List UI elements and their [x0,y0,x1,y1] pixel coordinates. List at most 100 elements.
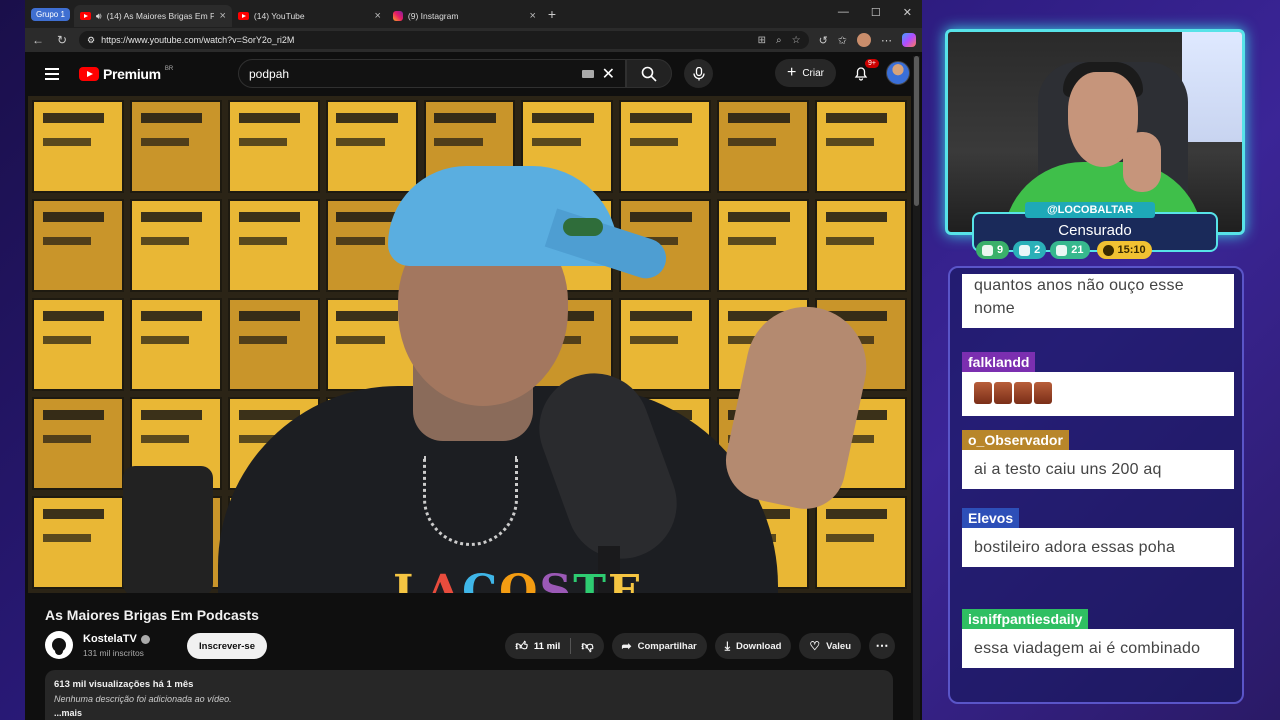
share-button[interactable]: ➦ Compartilhar [611,633,707,659]
favorite-star-icon[interactable]: ☆ [792,35,801,46]
youtube-favicon-icon [79,12,91,20]
chat-message: quantos anos não ouço esse nome [962,274,1234,329]
channel-name-text: KostelaTV [83,633,137,645]
chat-message: falklandd [962,352,1234,416]
chat-message-text: quantos anos não ouço esse nome [962,274,1234,329]
clear-search-icon[interactable]: ✕ [602,64,615,84]
download-label: Download [736,640,782,652]
notifications-button[interactable]: 9+ [850,59,879,84]
page-scrollbar[interactable] [913,56,920,720]
youtube-logo[interactable]: Premium BR [79,66,173,82]
youtube-count: 2 [1034,244,1041,256]
chat-message-emotes [962,372,1234,416]
close-tab-icon[interactable]: × [219,10,225,22]
address-bar[interactable]: ⚙ https://www.youtube.com/watch?v=SorY2o… [79,31,809,49]
chat-message: o_Observador ai a testo caiu uns 200 aq [962,430,1234,490]
super-thanks-icon: ♡ [809,639,821,653]
minimize-icon[interactable]: — [838,6,849,19]
viewer-stats: 9 2 21 15:10 [976,241,1152,259]
chair [123,466,213,593]
profile-avatar-icon[interactable] [857,33,871,47]
thanks-button[interactable]: ♡ Valeu [799,633,861,659]
create-label: Criar [802,67,824,79]
thanks-label: Valeu [826,640,851,652]
emote-icon [1014,382,1032,404]
tab-group-chip[interactable]: Grupo 1 [31,7,70,21]
microphone-icon [692,66,705,80]
dislike-button[interactable]: 👎︎ [571,639,603,654]
new-tab-icon[interactable]: + [548,6,556,22]
video-player[interactable]: LACOSTE [28,96,911,593]
stream-clock: 15:10 [1096,241,1152,259]
close-tab-icon[interactable]: × [374,10,380,22]
share-label: Compartilhar [637,640,697,652]
channel-name[interactable]: KostelaTV [83,633,150,645]
subscribe-button[interactable]: Inscrever-se [187,633,267,659]
notification-badge: 9+ [865,59,879,68]
more-horizontal-icon: ⋯ [875,638,889,653]
emote-icon [994,382,1012,404]
create-button[interactable]: + Criar [774,59,836,87]
chat-message-text: ai a testo caiu uns 200 aq [962,450,1234,490]
like-button[interactable]: 👍︎ 11 mil [505,639,570,654]
close-tab-icon[interactable]: × [529,10,535,22]
tab-youtube-video[interactable]: 🔊︎ (14) As Maiores Brigas Em Po × [73,5,232,27]
subscriber-count: 131 mil inscritos [83,648,144,658]
description-text: Nenhuma descrição foi adicionada ao víde… [54,694,232,704]
emote-icon [1034,382,1052,404]
thumbs-down-icon: 👎︎ [581,638,594,653]
close-window-icon[interactable]: ✕ [903,6,912,19]
chat-username: isniffpantiesdaily [962,609,1089,629]
region-code: BR [164,66,174,72]
reload-icon[interactable]: ↻ [55,33,69,47]
account-avatar[interactable] [886,61,910,85]
search-input[interactable]: podpah ✕ [238,59,626,88]
chat-username: Elevos [962,508,1020,528]
chat-username: o_Observador [962,430,1069,450]
copilot-icon[interactable] [902,33,916,47]
more-actions-button[interactable]: ⋯ [869,633,895,659]
plus-icon: + [786,64,797,81]
app-available-icon[interactable]: ⊞ [758,35,766,46]
verified-icon [140,634,150,644]
tab-instagram[interactable]: (9) Instagram × [387,5,542,27]
channel-row: KostelaTV 131 mil inscritos Inscrever-se… [45,631,895,661]
youtube-viewers: 2 [1013,241,1047,259]
tab-bar: Grupo 1 🔊︎ (14) As Maiores Brigas Em Po … [25,0,922,28]
download-button[interactable]: ⤓ Download [714,633,792,659]
show-more-link[interactable]: ...mais [54,708,884,718]
window-controls: — ☐ ✕ [838,6,912,19]
site-info-icon[interactable]: ⚙ [87,35,95,46]
favorites-icon[interactable]: ✩ [838,34,847,47]
clock-time: 15:10 [1117,244,1146,256]
maximize-icon[interactable]: ☐ [871,6,881,19]
url-text: https://www.youtube.com/watch?v=SorY2o_r… [101,35,295,45]
channel-avatar[interactable] [45,631,73,659]
twitch-viewers: 9 [976,241,1010,259]
voice-search-button[interactable] [684,59,713,88]
youtube-logo-icon [79,67,99,81]
search-value: podpah [249,66,290,81]
description-box[interactable]: 613 mil visualizações há 1 mês Nenhuma d… [45,670,893,720]
kick-icon [1056,244,1068,256]
chat-message: Elevos bostileiro adora essas poha [962,508,1234,568]
scrollbar-thumb[interactable] [914,56,919,206]
stream-title: Censurado [1058,222,1132,239]
tab-title: (14) As Maiores Brigas Em Po [106,11,215,21]
youtube-header: Premium BR podpah ✕ + Criar 9+ [25,52,922,96]
keyboard-icon[interactable] [581,69,594,78]
like-count: 11 mil [533,640,561,652]
zoom-icon[interactable]: ⌕ [776,35,782,46]
clock-icon [1102,244,1114,256]
like-dislike-group: 👍︎ 11 mil 👎︎ [505,633,604,659]
download-icon: ⤓ [724,638,731,653]
menu-icon[interactable] [45,68,59,80]
tab-youtube-home[interactable]: (14) YouTube × [232,5,387,27]
extensions-icon[interactable]: ↺ [819,34,828,47]
search-icon [641,66,657,82]
speaker-icon[interactable]: 🔊︎ [96,11,102,22]
kick-count: 21 [1071,244,1084,256]
search-button[interactable] [626,59,672,88]
settings-more-icon[interactable]: ⋯ [881,34,892,47]
back-icon[interactable]: ← [31,33,45,47]
